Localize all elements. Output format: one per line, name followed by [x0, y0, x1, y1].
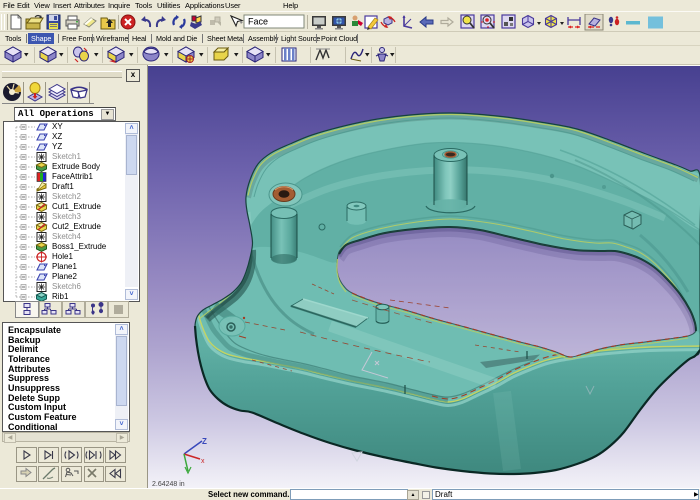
svg-text:x: x: [201, 458, 205, 465]
svg-text:2.64248 in: 2.64248 in: [152, 481, 185, 488]
svg-text:Face: Face: [248, 17, 268, 27]
svg-text:Z: Z: [202, 437, 207, 446]
